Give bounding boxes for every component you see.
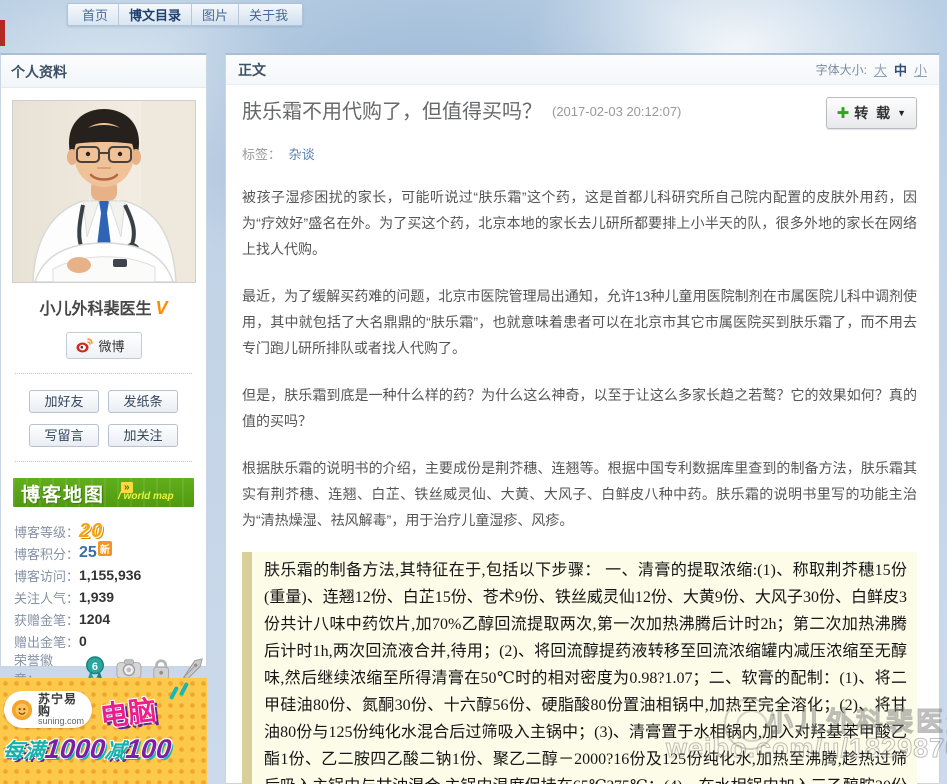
blog-stats: 博客等级： 20 博客积分： 25 新 博客访问： 1,155,936 关注人气… (14, 520, 206, 686)
font-size-medium[interactable]: 中 (894, 60, 907, 79)
nav-item-pictures[interactable]: 图片 (191, 3, 238, 26)
weibo-button-label: 微博 (99, 336, 125, 355)
nav-item-blog-index[interactable]: 博文目录 (118, 3, 191, 26)
top-nav: 首页 博文目录 图片 关于我 (67, 3, 303, 26)
article-header: 正文 字体大小: 大 中 小 (226, 55, 939, 85)
caret-down-icon: ▼ (897, 108, 906, 118)
profile-actions: 加好友 发纸条 写留言 加关注 (1, 390, 206, 447)
blogger-name[interactable]: 小儿外科裴医生 (39, 301, 151, 318)
stat-label: 赠出金笔： (14, 632, 79, 651)
stat-pens-received: 获赠金笔： 1204 (14, 608, 206, 630)
stat-label: 博客积分： (14, 544, 79, 563)
stat-value: 25 (79, 544, 97, 562)
divider (15, 373, 192, 374)
weibo-icon (76, 338, 93, 353)
add-friend-button[interactable]: 加好友 (29, 390, 99, 413)
font-size-small[interactable]: 小 (914, 60, 927, 79)
stat-pens-given: 赠出金笔： 0 (14, 630, 206, 652)
stat-label: 博客等级： (14, 522, 79, 541)
section-title: 正文 (238, 60, 266, 80)
suning-brand-pill: 苏宁易购 suning.com (4, 691, 92, 728)
nav-item-about[interactable]: 关于我 (238, 3, 298, 26)
blog-map-banner[interactable]: 博客地图 » / world map (13, 478, 194, 507)
suning-ad-banner[interactable]: 苏宁易购 suning.com 电脑 每满1000减100 (0, 678, 207, 784)
ad-promo-part: 100 (125, 734, 173, 764)
ad-slash-icon (179, 682, 189, 696)
blog-page: 首页 博文目录 图片 关于我 个人资料 (0, 0, 947, 784)
stat-label: 关注人气： (14, 588, 79, 607)
font-size-control: 字体大小: 大 中 小 (816, 60, 927, 79)
repost-label: 转 载 (854, 103, 892, 123)
ad-slash-icon (169, 686, 179, 700)
stat-value: 1,155,936 (79, 567, 141, 583)
suning-brand-text: 苏宁易购 suning.com (38, 693, 86, 726)
stat-value: 20 (79, 520, 103, 543)
plus-icon: ✚ (837, 104, 850, 122)
ad-promo-part: 1000 (43, 734, 106, 764)
tags-row: 标签： 杂谈 (242, 144, 917, 163)
write-message-button[interactable]: 写留言 (29, 424, 99, 447)
stat-label: 博客访问： (14, 566, 79, 585)
profile-title: 个人资料 (1, 55, 206, 88)
profile-photo (12, 100, 196, 283)
suning-lion-icon (10, 697, 34, 723)
divider (15, 461, 192, 462)
clipped-logo (0, 20, 5, 46)
font-size-label: 字体大小: (816, 61, 867, 78)
new-badge: 新 (98, 541, 112, 556)
post-paragraph: 最近，为了缓解买药难的问题，北京市医院管理局出通知，允许13种儿童用医院制剂在市… (242, 283, 917, 361)
post-date: (2017-02-03 20:12:07) (552, 97, 681, 127)
repost-button[interactable]: ✚ 转 载 ▼ (826, 97, 917, 129)
nav-item-home[interactable]: 首页 (72, 3, 118, 26)
suning-domain: suning.com (38, 717, 86, 726)
post-paragraph: 根据肤乐霜的说明书的介绍，主要成份是荆芥穗、连翘等。根据中国专利数据库里查到的制… (242, 455, 917, 533)
stat-value: 1,939 (79, 589, 114, 605)
tags-label: 标签： (242, 147, 281, 162)
profile-sidebar: 个人资料 (0, 53, 207, 667)
article-panel: 正文 字体大小: 大 中 小 肤乐霜不用代购了，但值得买吗？ (2017-02-… (225, 53, 940, 784)
profile-name-row: 小儿外科裴医生 V (1, 295, 206, 319)
stat-value: 1204 (79, 611, 110, 627)
stat-label: 获赠金笔： (14, 610, 79, 629)
post-paragraph: 但是，肤乐霜到底是一种什么样的药？为什么这么神奇，以至于让这么多家长趋之若鹜？它… (242, 382, 917, 434)
suning-brand-name: 苏宁易购 (38, 693, 86, 717)
font-size-large[interactable]: 大 (874, 60, 887, 79)
stat-value: 0 (79, 633, 87, 649)
stat-score: 博客积分： 25 新 (14, 542, 206, 564)
ad-promo-part: 每满 (2, 740, 46, 763)
post-paragraph: 被孩子湿疹困扰的家长，可能听说过“肤乐霜”这个药，这是首都儿科研究所自己院内配置… (242, 184, 917, 262)
blog-post: 肤乐霜不用代购了，但值得买吗？ (2017-02-03 20:12:07) ✚ … (226, 85, 939, 784)
blog-map-subtitle: / world map (118, 491, 174, 502)
blog-map-title: 博客地图 (21, 480, 105, 507)
patent-quote-block: 肤乐霜的制备方法,其特征在于,包括以下步骤： 一、清膏的提取浓缩:(1)、称取荆… (242, 552, 917, 784)
post-title: 肤乐霜不用代购了，但值得买吗？ (242, 97, 542, 127)
ad-product-text: 电脑 (98, 689, 158, 736)
ad-promo-part: 减 (104, 740, 127, 763)
verified-v-icon: V (156, 298, 168, 318)
svg-text:6: 6 (92, 661, 98, 673)
tag-link-zatan[interactable]: 杂谈 (289, 147, 315, 162)
ad-promo-text: 每满1000减100 (1, 734, 172, 765)
follow-button[interactable]: 加关注 (108, 424, 178, 447)
stat-followers: 关注人气： 1,939 (14, 586, 206, 608)
send-note-button[interactable]: 发纸条 (108, 390, 178, 413)
post-title-row: 肤乐霜不用代购了，但值得买吗？ (2017-02-03 20:12:07) ✚ … (242, 97, 917, 129)
stat-level: 博客等级： 20 (14, 520, 206, 542)
stat-visits: 博客访问： 1,155,936 (14, 564, 206, 586)
weibo-button[interactable]: 微博 (66, 332, 142, 359)
